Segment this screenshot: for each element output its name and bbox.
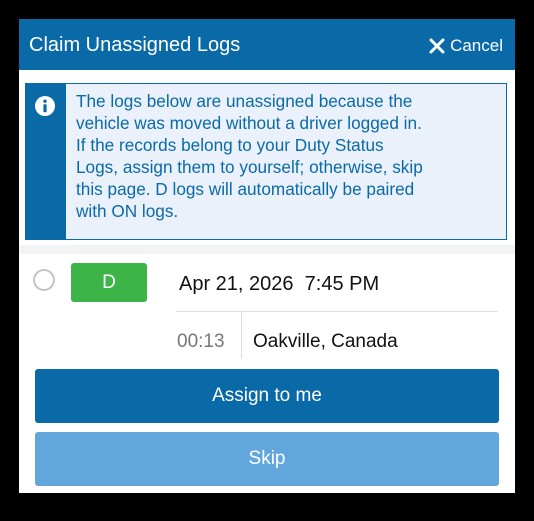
window-frame: Claim Unassigned Logs Cancel The logs be… — [0, 0, 534, 521]
notice-line: with ON logs. — [76, 201, 179, 221]
row-divider — [176, 311, 498, 312]
dialog-title: Claim Unassigned Logs — [29, 34, 241, 56]
status-badge: D — [71, 263, 147, 302]
section-divider — [19, 245, 515, 254]
notice-line: vehicle was moved without a driver logge… — [76, 113, 422, 133]
close-icon — [429, 38, 445, 54]
info-notice: The logs below are unassigned because th… — [25, 83, 507, 240]
log-duration: 00:13 — [177, 331, 225, 352]
column-divider — [241, 311, 242, 359]
log-location: Oakville, Canada — [253, 331, 398, 352]
claim-logs-dialog: Claim Unassigned Logs Cancel The logs be… — [19, 19, 515, 493]
cancel-label: Cancel — [450, 36, 503, 55]
log-date-time: Apr 21, 2026 7:45 PM — [179, 273, 380, 295]
cancel-button[interactable]: Cancel — [429, 35, 503, 57]
notice-text: The logs below are unassigned because th… — [76, 90, 502, 222]
info-icon — [35, 96, 55, 116]
dialog-header: Claim Unassigned Logs Cancel — [19, 19, 515, 70]
skip-button[interactable]: Skip — [35, 432, 499, 486]
notice-icon-strip — [26, 84, 66, 239]
notice-line: If the records belong to your Duty Statu… — [76, 135, 384, 155]
assign-to-me-button[interactable]: Assign to me — [35, 369, 499, 423]
notice-line: Logs, assign them to yourself; otherwise… — [76, 157, 423, 177]
log-select-radio[interactable] — [33, 269, 55, 291]
notice-line: this page. D logs will automatically be … — [76, 179, 415, 199]
notice-line: The logs below are unassigned because th… — [76, 91, 413, 111]
